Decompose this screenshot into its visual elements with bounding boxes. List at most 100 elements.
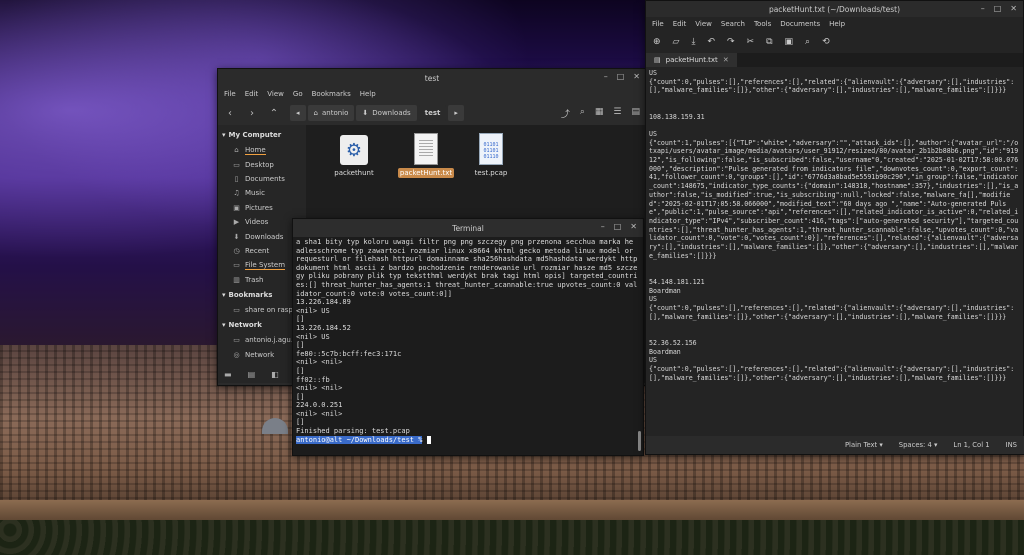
menu-view[interactable]: View	[695, 20, 712, 28]
editor-statusbar: Plain Text ▾ Spaces: 4 ▾ Ln 1, Col 1 INS	[646, 436, 1024, 454]
new-file-icon[interactable]: ⊕	[653, 37, 661, 47]
file-item-test-pcap[interactable]: 01101 01101 01110 test.pcap	[461, 133, 521, 178]
close-icon[interactable]: ✕	[1010, 4, 1017, 13]
breadcrumb-antonio[interactable]: ⌂ antonio	[307, 105, 355, 121]
menu-file[interactable]: File	[652, 20, 664, 28]
tree-icon[interactable]: ▤	[248, 370, 256, 379]
cursor-position: Ln 1, Col 1	[953, 441, 990, 449]
maximize-icon[interactable]: □	[614, 222, 622, 231]
close-icon[interactable]: ✕	[630, 222, 637, 231]
recent-icon: ◷	[233, 246, 240, 255]
icon-view-icon[interactable]: ▦	[595, 107, 604, 120]
indent-selector[interactable]: Spaces: 4 ▾	[899, 441, 938, 449]
terminal-line: 13.226.184.89	[296, 298, 351, 307]
minimize-icon[interactable]: –	[981, 4, 985, 13]
compact-view-icon[interactable]: ▤	[631, 107, 640, 120]
editor-titlebar[interactable]: packetHunt.txt (~/Downloads/test) – □ ✕	[646, 1, 1023, 17]
terminal-line: fe80::5c7b:bcff:fec3:171c	[296, 349, 402, 358]
menu-edit[interactable]: Edit	[245, 90, 259, 98]
up-icon[interactable]: ⌃	[268, 108, 280, 119]
forward-icon[interactable]: ›	[246, 108, 258, 119]
redo-icon[interactable]: ↷	[727, 37, 735, 47]
search-icon[interactable]: ⌕	[805, 37, 810, 47]
sidebar-section-my-computer[interactable]: ▾ My Computer	[218, 127, 306, 143]
back-icon[interactable]: ‹	[224, 108, 236, 119]
menu-documents[interactable]: Documents	[780, 20, 820, 28]
breadcrumb-prev-icon[interactable]: ◂	[290, 105, 306, 121]
editor-text-area[interactable]: US {"count":0,"pulses":[],"references":[…	[646, 67, 1023, 431]
toggle-location-icon[interactable]: ⤴	[561, 107, 570, 120]
language-selector[interactable]: Plain Text ▾	[845, 441, 883, 449]
breadcrumb-test[interactable]: test	[418, 105, 447, 121]
network-share-icon: ▭	[233, 306, 240, 315]
minimize-icon[interactable]: –	[601, 222, 605, 231]
text-cursor	[426, 435, 431, 444]
menu-bookmarks[interactable]: Bookmarks	[312, 90, 351, 98]
file-item-packethunt-txt[interactable]: packetHunt.txt	[396, 133, 456, 178]
close-tab-icon[interactable]: ✕	[723, 56, 729, 64]
search-icon[interactable]: ⌕	[580, 107, 585, 120]
network-icon: ◎	[233, 350, 240, 359]
editor-tabs: ▤ packetHunt.txt ✕	[646, 53, 1023, 67]
undo-icon[interactable]: ↶	[707, 37, 715, 47]
text-file-icon	[414, 133, 438, 165]
menu-tools[interactable]: Tools	[754, 20, 771, 28]
menu-help[interactable]: Help	[829, 20, 845, 28]
menu-help[interactable]: Help	[360, 90, 376, 98]
download-icon: ⬇	[362, 109, 369, 117]
copy-icon[interactable]: ⧉	[766, 37, 772, 47]
terminal-line: ff02::fb	[296, 375, 330, 384]
terminal-line: []	[296, 315, 305, 324]
minimize-icon[interactable]: –	[604, 72, 608, 81]
network-share-icon: ▭	[233, 336, 240, 345]
replace-icon[interactable]: ⟲	[822, 37, 830, 47]
maximize-icon[interactable]: □	[617, 72, 625, 81]
breadcrumb-next-icon[interactable]: ▸	[448, 105, 464, 121]
executable-gear-icon: ⚙	[340, 135, 368, 165]
menubar: File Edit View Go Bookmarks Help	[218, 87, 646, 101]
terminal-line: <nil> US	[296, 332, 330, 341]
places-icon[interactable]: ▬	[224, 370, 232, 379]
window-title: test	[424, 73, 440, 83]
terminal-line: <nil> <nil>	[296, 409, 343, 418]
pictures-icon: ▣	[233, 203, 240, 212]
editor-toolbar: ⊕ ▱ ⤓ ↶ ↷ ✂ ⧉ ▣ ⌕ ⟲	[646, 31, 1023, 53]
terminal-line: []	[296, 392, 305, 401]
save-icon[interactable]: ⤓	[691, 37, 695, 47]
terminal-line: 13.226.184.52	[296, 323, 351, 332]
list-view-icon[interactable]: ☰	[613, 107, 621, 120]
close-icon[interactable]: ✕	[633, 72, 640, 81]
home-icon: ⌂	[313, 109, 318, 117]
terminal-line: Finished parsing: test.pcap	[296, 427, 410, 436]
menu-edit[interactable]: Edit	[673, 20, 687, 28]
chevron-down-icon: ▾	[222, 131, 226, 139]
breadcrumb-downloads[interactable]: ⬇ Downloads	[356, 105, 417, 121]
menu-go[interactable]: Go	[293, 90, 303, 98]
terminal-line: <nil> <nil>	[296, 358, 343, 367]
downloads-icon: ⬇	[233, 232, 240, 241]
menu-view[interactable]: View	[267, 90, 284, 98]
chevron-down-icon: ▾	[222, 290, 226, 299]
menu-search[interactable]: Search	[721, 20, 745, 28]
cut-icon[interactable]: ✂	[747, 37, 755, 47]
file-name: packethunt	[334, 169, 374, 177]
terminal-output[interactable]: a sha1 bity typ koloru uwagi filtr png p…	[293, 237, 643, 455]
terminal-line: <nil> <nil>	[296, 384, 343, 393]
maximize-icon[interactable]: □	[994, 4, 1002, 13]
sidebar-item-home[interactable]: ⌂ Home	[218, 143, 306, 157]
file-manager-titlebar[interactable]: test – □ ✕	[218, 69, 646, 87]
file-item-packethunt[interactable]: ⚙ packethunt	[324, 135, 384, 178]
sidebar-item-documents[interactable]: ▯ Documents	[218, 172, 306, 186]
chevron-down-icon: ▾	[222, 321, 226, 330]
paste-icon[interactable]: ▣	[785, 37, 794, 47]
sidebar-item-pictures[interactable]: ▣ Pictures	[218, 201, 306, 215]
menu-file[interactable]: File	[224, 90, 236, 98]
tab-packethunt-txt[interactable]: ▤ packetHunt.txt ✕	[646, 53, 737, 67]
file-name: test.pcap	[474, 169, 508, 177]
sidebar-item-desktop[interactable]: ▭ Desktop	[218, 157, 306, 171]
hide-sidebar-icon[interactable]: ◧	[271, 370, 279, 379]
terminal-scrollbar[interactable]	[638, 431, 641, 451]
sidebar-item-music[interactable]: ♫ Music	[218, 186, 306, 200]
open-file-icon[interactable]: ▱	[673, 37, 680, 47]
terminal-titlebar[interactable]: Terminal – □ ✕	[293, 219, 643, 237]
